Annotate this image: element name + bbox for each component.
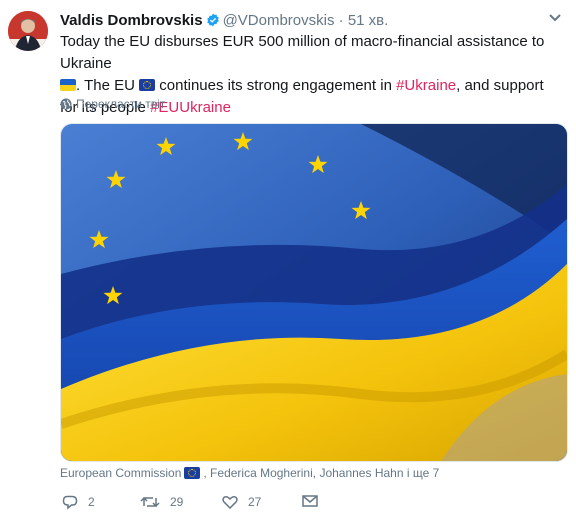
tweet-text-part2: . The EU — [76, 77, 135, 94]
eu-flag-emoji — [184, 467, 201, 479]
author-avatar[interactable] — [8, 11, 48, 51]
heart-icon — [222, 496, 238, 510]
tweet-text-line1: Today the EU disburses EUR 500 million o… — [60, 33, 545, 72]
reply-count: 2 — [88, 495, 95, 509]
like-count: 27 — [248, 495, 262, 509]
verified-badge-icon — [206, 13, 219, 27]
tagged-users[interactable]: European Commission , Federica Mogherini… — [60, 466, 439, 480]
envelope-icon — [302, 495, 318, 507]
tweet-text-part3: continues its strong engagement in — [159, 77, 392, 94]
translate-label: Перекласти твіт — [76, 97, 166, 111]
chevron-down-icon[interactable] — [548, 12, 562, 24]
reply-button[interactable]: 2 — [62, 494, 95, 510]
tweet-media-photo[interactable] — [60, 123, 568, 462]
tagged-rest: , Federica Mogherini, Johannes Hahn і ще… — [203, 466, 440, 480]
direct-message-button[interactable] — [302, 494, 318, 508]
author-handle[interactable]: @VDombrovskis — [223, 12, 335, 29]
flags-photo — [61, 124, 567, 461]
tweet-timestamp[interactable]: 51 хв. — [348, 12, 389, 29]
tagged-first: European Commission — [60, 466, 182, 480]
like-button[interactable]: 27 — [222, 494, 261, 510]
eu-flag-emoji — [139, 79, 156, 91]
tweet-actions: 2 29 27 — [60, 494, 460, 516]
author-name[interactable]: Valdis Dombrovskis — [60, 12, 203, 29]
retweet-icon — [140, 496, 160, 508]
hashtag-ukraine-link[interactable]: #Ukraine — [396, 77, 456, 94]
tweet-header: Valdis Dombrovskis @VDombrovskis · 51 хв. — [60, 12, 560, 32]
ukraine-flag-emoji — [60, 79, 76, 91]
reply-icon — [62, 495, 78, 510]
translate-tweet-link[interactable]: Перекласти твіт — [60, 97, 165, 111]
globe-icon — [60, 98, 72, 110]
retweet-count: 29 — [170, 495, 184, 509]
retweet-button[interactable]: 29 — [140, 494, 183, 510]
separator-dot: · — [338, 12, 344, 29]
